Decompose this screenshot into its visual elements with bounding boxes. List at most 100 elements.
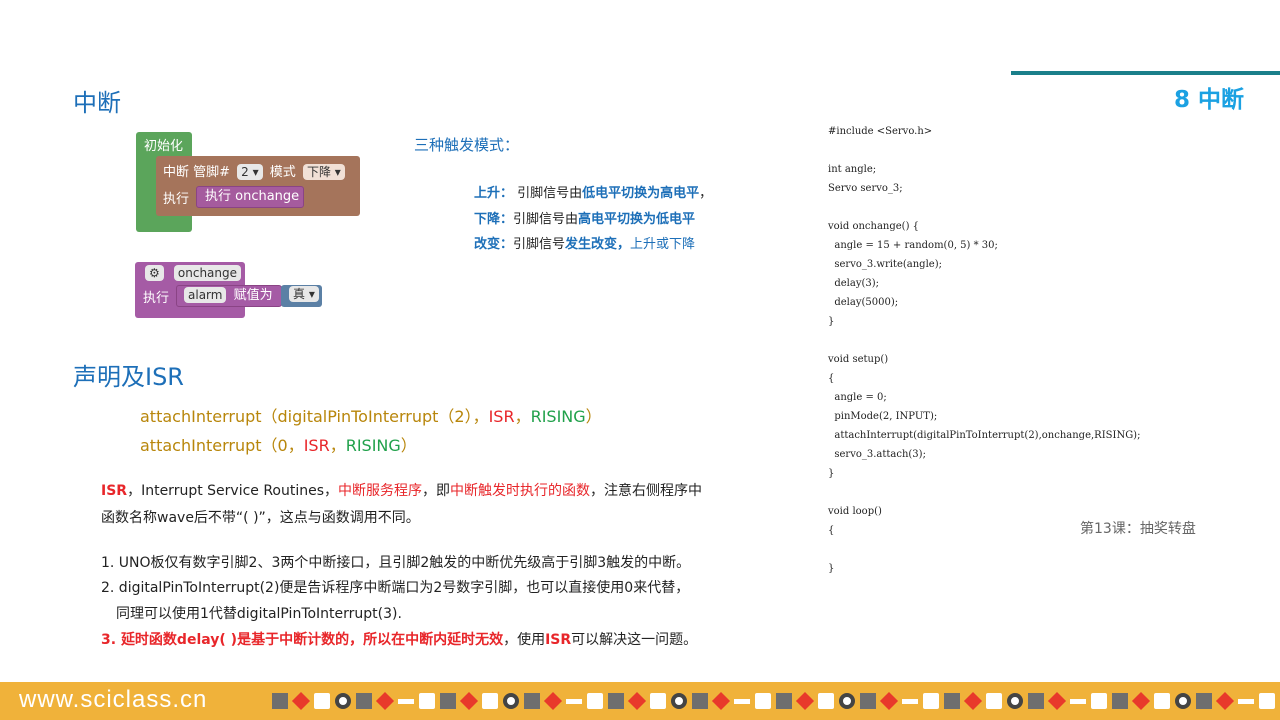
pin-dropdown[interactable]: 2 ▾	[237, 164, 263, 180]
assign-label: 赋值为	[233, 288, 273, 303]
url-box: www.sciclass.cn	[0, 682, 268, 720]
note-1: 1. UNO板仅有数字引脚2、3两个中断接口，且引脚2触发的中断优先级高于引脚3…	[101, 555, 691, 571]
pattern-tile	[627, 691, 647, 711]
pattern-tile	[440, 693, 456, 709]
pattern-tile	[375, 691, 395, 711]
bool-block[interactable]: 真 ▾	[281, 285, 322, 307]
pattern-tile	[356, 693, 372, 709]
isr-note: ，注意右侧程序中	[590, 483, 703, 499]
pattern-tile	[314, 693, 330, 709]
mode-label: 模式	[269, 165, 296, 180]
pattern-tile	[879, 691, 899, 711]
pattern-tile	[1091, 693, 1107, 709]
variable-chip[interactable]: alarm	[184, 287, 227, 303]
pattern-tile	[1175, 693, 1191, 709]
isr-explain-1: ISR，Interrupt Service Routines，中断服务程序，即中…	[101, 480, 702, 500]
pattern-tile	[692, 693, 708, 709]
change-end: 上升或下降	[630, 237, 696, 252]
pattern-tile	[711, 691, 731, 711]
code-listing: #include <Servo.h> int angle; Servo servo…	[828, 122, 1140, 578]
pattern-tile	[482, 693, 498, 709]
code-line: delay(3);	[828, 278, 880, 289]
isr-ie: ，即	[422, 483, 451, 499]
isr-explain-2: 函数名称wave后不带“( )”，这点与函数调用不同。	[101, 510, 420, 526]
isr-cn: 中断服务程序	[338, 483, 423, 499]
pattern-tile	[650, 693, 666, 709]
pattern-tile	[1112, 693, 1128, 709]
change-text: 引脚信号	[513, 237, 566, 252]
pattern-tile	[818, 693, 834, 709]
interrupt-pin-label: 中断 管脚#	[163, 165, 231, 180]
lesson-title: 第13课：抽奖转盘	[1080, 521, 1196, 537]
pattern-tile	[923, 693, 939, 709]
trigger-falling: 下降：引脚信号由高电平切换为低电平	[474, 208, 695, 227]
code-line: pinMode(2, INPUT);	[828, 411, 938, 422]
pattern-tile	[543, 691, 563, 711]
rising-text: 引脚信号由	[513, 186, 583, 201]
site-url[interactable]: www.sciclass.cn	[19, 686, 207, 714]
section-title-interrupt: 中断	[73, 89, 121, 117]
pattern-tile	[902, 698, 918, 704]
attach2-fn: attachInterrupt（0，	[140, 436, 304, 455]
pattern-tile	[671, 693, 687, 709]
header-rule	[1011, 71, 1280, 75]
pattern-tile	[1259, 693, 1275, 709]
code-line: int angle;	[828, 164, 877, 175]
rising-emph: 低电平切换为高电平	[582, 186, 700, 201]
attach2-isr: ISR	[303, 436, 330, 455]
pattern-tile	[1215, 691, 1235, 711]
change-key: 改变：	[474, 237, 514, 252]
pattern-tile	[459, 691, 479, 711]
attach-line-1: attachInterrupt（digitalPinToInterrupt（2）…	[140, 403, 602, 427]
code-line: void onchange() {	[828, 221, 920, 232]
code-line: delay(5000);	[828, 297, 899, 308]
code-line: }	[828, 468, 835, 479]
pattern-tile	[1007, 693, 1023, 709]
pattern-tile	[503, 693, 519, 709]
attach2-sep: ，	[329, 436, 346, 455]
bool-dropdown[interactable]: 真 ▾	[289, 286, 319, 302]
gear-icon[interactable]: ⚙	[145, 265, 164, 281]
pattern-tile	[419, 693, 435, 709]
note3-mid: ，使用	[503, 632, 546, 648]
code-line: void setup()	[828, 354, 889, 365]
trigger-change: 改变：引脚信号发生改变，上升或下降	[474, 233, 695, 252]
pattern-tile	[944, 693, 960, 709]
pattern-tile	[839, 693, 855, 709]
pattern-tile	[986, 693, 1002, 709]
mode-dropdown[interactable]: 下降 ▾	[302, 164, 345, 180]
pattern-tile	[795, 691, 815, 711]
section-title-isr: 声明及ISR	[73, 363, 184, 391]
isr-word: ISR	[101, 483, 128, 499]
code-line: {	[828, 373, 835, 384]
attach1-fn: attachInterrupt（digitalPinToInterrupt（2）…	[140, 407, 489, 426]
note-2b: 同理可以使用1代替digitalPinToInterrupt(3).	[116, 606, 402, 622]
pattern-tile	[1131, 691, 1151, 711]
pattern-tile	[335, 693, 351, 709]
change-emph: 发生改变，	[565, 237, 631, 252]
exec-onchange-block[interactable]: 执行 onchange	[196, 186, 304, 208]
init-label: 初始化	[144, 139, 184, 154]
attach1-sep: ，	[514, 407, 531, 426]
code-line: }	[828, 316, 835, 327]
assign-block[interactable]: alarm 赋值为	[176, 285, 282, 307]
attach1-mode: RISING	[530, 407, 586, 426]
isr-full: ，Interrupt Service Routines，	[127, 483, 339, 499]
falling-text: 引脚信号由	[513, 212, 579, 227]
code-line: #include <Servo.h>	[828, 126, 933, 137]
code-line: servo_3.attach(3);	[828, 449, 926, 460]
chapter-title: 8 中断	[1173, 87, 1244, 113]
pattern-tile	[1028, 693, 1044, 709]
falling-emph: 高电平切换为低电平	[578, 212, 696, 227]
code-line: }	[828, 563, 835, 574]
function-name[interactable]: onchange	[173, 265, 242, 281]
interrupt-block[interactable]: 中断 管脚# 2 ▾ 模式 下降 ▾ 执行 执行 onchange	[156, 156, 360, 216]
pattern-tile	[587, 693, 603, 709]
pattern-tile	[755, 693, 771, 709]
pattern-tile	[398, 698, 414, 704]
attach1-end: ）	[585, 407, 602, 426]
